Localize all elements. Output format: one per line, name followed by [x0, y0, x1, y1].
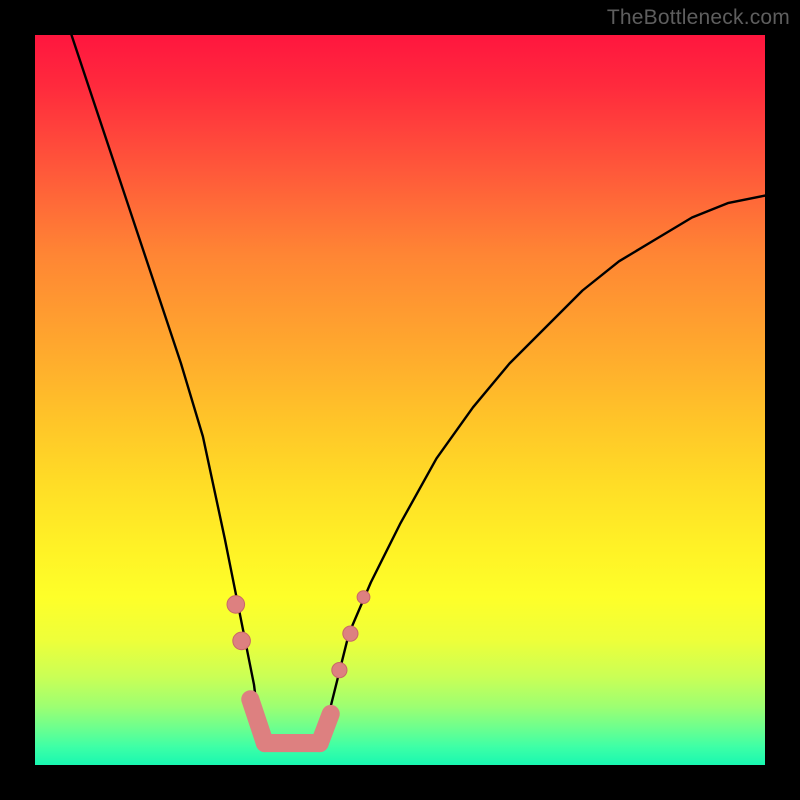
- curve-layer: [35, 35, 765, 765]
- curve-marker: [357, 591, 370, 604]
- plot-area: [35, 35, 765, 765]
- curve-marker: [227, 596, 245, 614]
- curve-marker: [332, 663, 347, 678]
- chart-frame: TheBottleneck.com: [0, 0, 800, 800]
- curve-marker: [233, 632, 251, 650]
- curve-marker-segment: [320, 714, 331, 743]
- curve-markers: [227, 591, 370, 743]
- bottleneck-curve: [72, 35, 766, 750]
- watermark-text: TheBottleneck.com: [607, 6, 790, 30]
- curve-marker: [343, 626, 358, 641]
